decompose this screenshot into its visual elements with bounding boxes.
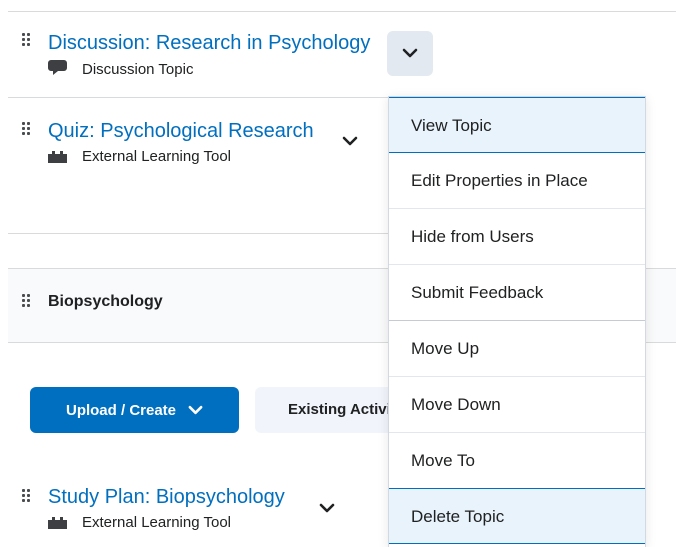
drag-handle-icon[interactable]: [22, 489, 32, 505]
drag-handle-icon[interactable]: [22, 294, 32, 310]
item-subtitle: External Learning Tool: [82, 514, 231, 531]
item-options-button[interactable]: [337, 130, 363, 154]
menu-item-move-up[interactable]: Move Up: [389, 321, 645, 377]
divider: [8, 97, 388, 98]
drag-handle-icon[interactable]: [22, 33, 32, 49]
item-subtitle: External Learning Tool: [82, 148, 231, 165]
menu-item-view-topic[interactable]: View Topic: [389, 97, 645, 153]
drag-handle-icon[interactable]: [22, 122, 32, 138]
upload-create-button[interactable]: Upload / Create: [30, 387, 239, 433]
context-menu: View Topic Edit Properties in Place Hide…: [388, 96, 646, 547]
chevron-down-icon: [188, 402, 203, 419]
chevron-down-icon: [402, 45, 418, 63]
menu-item-submit-feedback[interactable]: Submit Feedback: [389, 265, 645, 321]
menu-item-edit-properties[interactable]: Edit Properties in Place: [389, 153, 645, 209]
puzzle-icon: [47, 148, 69, 169]
item-subtitle: Discussion Topic: [82, 61, 194, 78]
chevron-down-icon: [319, 500, 335, 518]
menu-item-delete-topic[interactable]: Delete Topic: [389, 488, 645, 544]
section-title: Biopsychology: [48, 293, 163, 310]
menu-item-move-down[interactable]: Move Down: [389, 377, 645, 433]
item-options-button[interactable]: [387, 31, 433, 76]
puzzle-icon: [47, 514, 69, 535]
divider: [8, 11, 676, 12]
menu-item-move-to[interactable]: Move To: [389, 433, 645, 489]
item-title-link[interactable]: Quiz: Psychological Research: [48, 120, 314, 143]
item-options-button[interactable]: [314, 497, 340, 521]
item-title-link[interactable]: Discussion: Research in Psychology: [48, 32, 370, 55]
divider: [8, 233, 388, 234]
discussion-icon: [47, 58, 69, 83]
upload-create-label: Upload / Create: [65, 401, 177, 419]
item-title-link[interactable]: Study Plan: Biopsychology: [48, 486, 285, 509]
menu-item-hide-from-users[interactable]: Hide from Users: [389, 209, 645, 265]
chevron-down-icon: [342, 133, 358, 151]
